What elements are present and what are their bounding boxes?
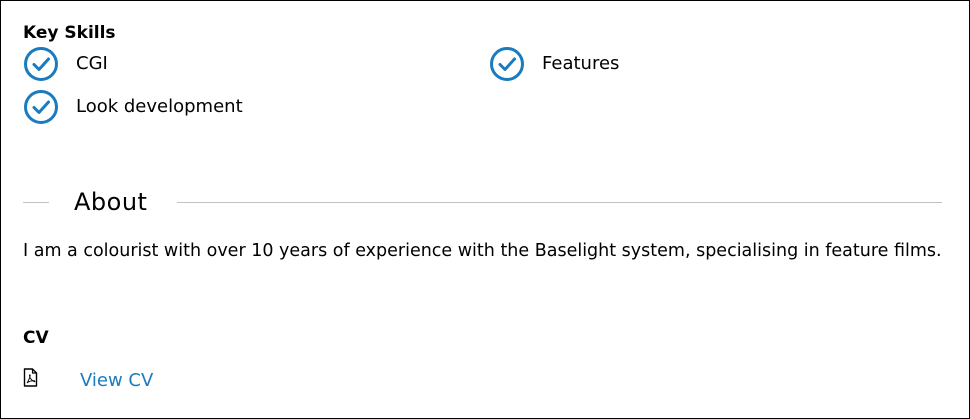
pdf-file-icon	[23, 368, 38, 387]
view-cv-link[interactable]: View CV	[80, 370, 153, 392]
skill-item-features: Features	[489, 46, 619, 82]
divider-line	[23, 202, 49, 203]
cv-heading: CV	[23, 328, 49, 348]
check-circle-icon	[23, 89, 59, 125]
skill-label: CGI	[76, 53, 108, 74]
divider-line	[177, 202, 942, 203]
about-text: I am a colourist with over 10 years of e…	[23, 241, 942, 261]
check-circle-icon	[489, 46, 525, 82]
skill-label: Look development	[76, 96, 243, 117]
skill-item-look-development: Look development	[23, 89, 243, 125]
skill-item-cgi: CGI	[23, 46, 108, 82]
key-skills-heading: Key Skills	[23, 23, 116, 43]
skill-label: Features	[542, 53, 620, 74]
about-heading-row: About	[23, 187, 942, 217]
profile-section: Key Skills CGI Features Look development	[0, 0, 970, 419]
about-heading: About	[74, 188, 148, 216]
check-circle-icon	[23, 46, 59, 82]
